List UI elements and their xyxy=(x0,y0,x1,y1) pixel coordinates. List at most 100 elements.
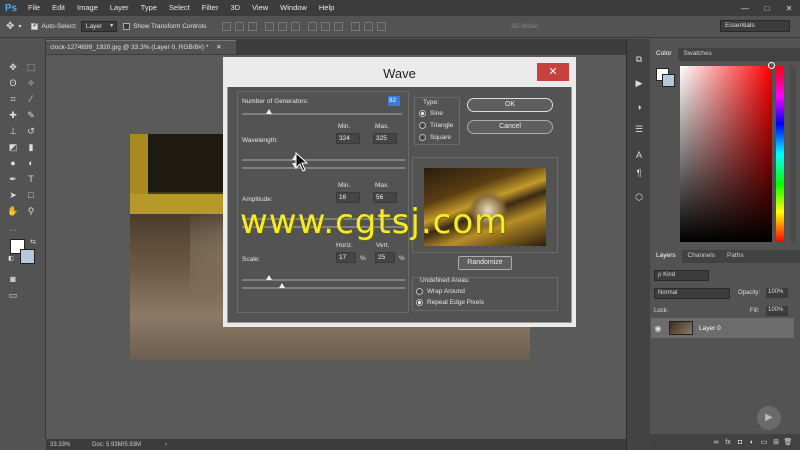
menu-3d[interactable]: 3D xyxy=(224,0,246,16)
actions-panel-icon[interactable]: ▶ xyxy=(633,77,645,89)
workspace-dropdown[interactable]: Essentials xyxy=(720,20,790,32)
color-panel-background[interactable] xyxy=(662,74,675,87)
move-tool-icon[interactable]: ✥ xyxy=(6,21,14,32)
color-picker-marker[interactable] xyxy=(768,62,775,69)
repeat-edge-pixels-label[interactable]: Repeat Edge Pixels xyxy=(427,299,484,306)
add-mask-icon[interactable]: ◘ xyxy=(734,439,746,446)
background-color-swatch[interactable] xyxy=(20,249,35,264)
menu-view[interactable]: View xyxy=(246,0,274,16)
chevron-down-icon[interactable]: ▾ xyxy=(18,23,21,30)
align-right-icon[interactable] xyxy=(291,22,301,31)
zoom-level[interactable]: 33.33% xyxy=(46,442,82,448)
link-layers-icon[interactable]: ∞ xyxy=(710,439,722,446)
align-left-icon[interactable] xyxy=(265,22,275,31)
menu-file[interactable]: File xyxy=(22,0,46,16)
scale-horiz-input[interactable]: 17 xyxy=(336,252,356,263)
document-tab[interactable]: clock-1274699_1920.jpg @ 33.3% (Layer 0,… xyxy=(46,40,236,54)
history-brush-tool-icon[interactable]: ↺ xyxy=(22,123,40,139)
layer-kind-filter[interactable]: ρ Kind xyxy=(654,270,709,281)
new-group-icon[interactable]: ▭ xyxy=(758,438,770,446)
hand-tool-icon[interactable]: ✋ xyxy=(4,203,22,219)
menu-window[interactable]: Window xyxy=(274,0,313,16)
opacity-input[interactable]: 100% xyxy=(766,288,788,298)
hue-slider[interactable] xyxy=(776,66,784,242)
align-top-icon[interactable] xyxy=(222,22,232,31)
menu-edit[interactable]: Edit xyxy=(46,0,71,16)
wavelength-max-slider-track[interactable] xyxy=(242,167,405,169)
type-sine-radio[interactable] xyxy=(419,110,426,117)
magic-wand-tool-icon[interactable]: ✧ xyxy=(22,75,40,91)
fill-input[interactable]: 100% xyxy=(766,306,788,316)
distribute-right-icon[interactable] xyxy=(377,22,387,31)
menu-type[interactable]: Type xyxy=(135,0,163,16)
type-square-radio[interactable] xyxy=(419,134,426,141)
minimize-button[interactable]: — xyxy=(734,4,756,13)
distribute-middle-icon[interactable] xyxy=(321,22,331,31)
generators-input[interactable]: 82 xyxy=(388,96,400,106)
wavelength-max-input[interactable]: 325 xyxy=(373,133,397,144)
gradient-tool-icon[interactable]: ▮ xyxy=(22,139,40,155)
menu-help[interactable]: Help xyxy=(313,0,340,16)
tab-swatches[interactable]: Swatches xyxy=(678,48,718,61)
menu-layer[interactable]: Layer xyxy=(104,0,135,16)
eraser-tool-icon[interactable]: ◩ xyxy=(4,139,22,155)
eyedropper-tool-icon[interactable]: ⁄ xyxy=(22,91,40,107)
healing-brush-tool-icon[interactable]: ✚ xyxy=(4,107,22,123)
paragraph-panel-icon[interactable]: ¶ xyxy=(633,167,645,179)
auto-select-dropdown[interactable]: Layer xyxy=(80,21,118,32)
color-panel-scrollbar[interactable] xyxy=(790,66,796,242)
delete-layer-icon[interactable]: 🗑 xyxy=(782,438,794,446)
wavelength-min-slider-track[interactable] xyxy=(242,159,405,161)
screen-mode-icon[interactable]: ▭ xyxy=(4,287,22,303)
scale-vert-slider-thumb[interactable] xyxy=(279,283,285,288)
distribute-top-icon[interactable] xyxy=(308,22,318,31)
generators-slider-thumb[interactable] xyxy=(266,109,272,114)
adjustments-panel-icon[interactable]: ◑ xyxy=(633,101,645,113)
dodge-tool-icon[interactable]: ◐ xyxy=(22,155,40,171)
distribute-center-icon[interactable] xyxy=(364,22,374,31)
wavelength-min-input[interactable]: 324 xyxy=(336,133,360,144)
menu-filter[interactable]: Filter xyxy=(196,0,225,16)
blur-tool-icon[interactable]: ● xyxy=(4,155,22,171)
cancel-button[interactable]: Cancel xyxy=(467,120,553,134)
tab-color[interactable]: Color xyxy=(650,48,678,61)
type-square-label[interactable]: Square xyxy=(430,134,451,141)
layer-style-icon[interactable]: fx xyxy=(722,439,734,446)
repeat-edge-pixels-radio[interactable] xyxy=(416,299,423,306)
more-tools-icon[interactable]: ··· xyxy=(4,223,22,239)
color-picker-field[interactable] xyxy=(680,66,772,242)
type-sine-label[interactable]: Sine xyxy=(430,110,443,117)
type-tool-icon[interactable]: T xyxy=(22,171,40,187)
type-triangle-label[interactable]: Triangle xyxy=(430,122,453,129)
wrap-around-radio[interactable] xyxy=(416,288,423,295)
menu-select[interactable]: Select xyxy=(163,0,196,16)
distribute-bottom-icon[interactable] xyxy=(334,22,344,31)
brush-tool-icon[interactable]: ✎ xyxy=(22,107,40,123)
path-selection-tool-icon[interactable]: ➤ xyxy=(4,187,22,203)
rectangle-tool-icon[interactable]: □ xyxy=(22,187,40,203)
tab-paths[interactable]: Paths xyxy=(721,250,750,263)
3d-panel-icon[interactable]: ⬡ xyxy=(633,191,645,203)
lasso-tool-icon[interactable]: ʘ xyxy=(4,75,22,91)
zoom-tool-icon[interactable]: ⚲ xyxy=(22,203,40,219)
quick-mask-icon[interactable]: ◙ xyxy=(4,271,22,287)
scale-vert-input[interactable]: 25 xyxy=(375,252,395,263)
blend-mode-dropdown[interactable]: Normal xyxy=(654,288,730,299)
clone-stamp-tool-icon[interactable]: ⊥ xyxy=(4,123,22,139)
history-panel-icon[interactable]: ⧉ xyxy=(633,53,645,65)
layer-row[interactable]: ◉ Layer 0 xyxy=(651,318,794,338)
align-middle-icon[interactable] xyxy=(235,22,245,31)
layer-name[interactable]: Layer 0 xyxy=(699,325,721,332)
move-tool-icon[interactable]: ✥ xyxy=(4,59,22,75)
show-transform-checkbox[interactable] xyxy=(123,23,131,30)
pen-tool-icon[interactable]: ✒ xyxy=(4,171,22,187)
crop-tool-icon[interactable]: ⌗ xyxy=(4,91,22,107)
align-center-icon[interactable] xyxy=(278,22,288,31)
tab-layers[interactable]: Layers xyxy=(650,250,682,263)
wave-dialog-close-button[interactable]: ✕ xyxy=(537,63,569,81)
randomize-button[interactable]: Randomize xyxy=(458,256,512,270)
align-bottom-icon[interactable] xyxy=(248,22,258,31)
properties-panel-icon[interactable]: ☰ xyxy=(633,123,645,135)
scale-horiz-slider-thumb[interactable] xyxy=(266,275,272,280)
close-window-button[interactable]: ✕ xyxy=(778,4,800,13)
